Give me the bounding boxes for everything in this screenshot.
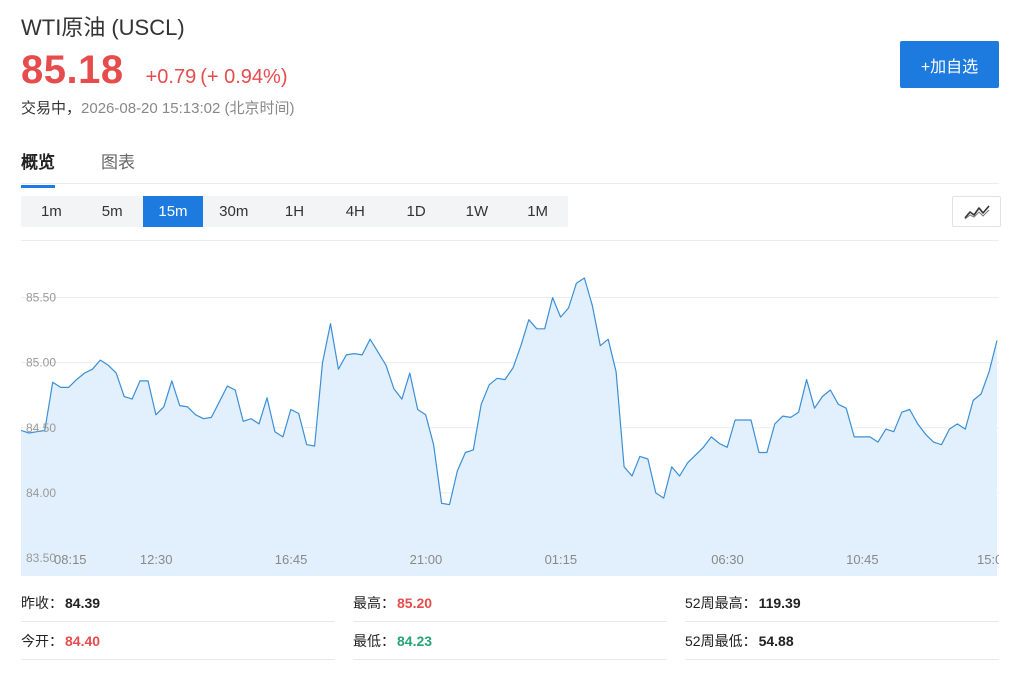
interval-1mo[interactable]: 1M [507, 196, 568, 227]
x-tick-label: 08:15 [54, 552, 87, 567]
tab-chart[interactable]: 图表 [101, 148, 135, 185]
x-tick-label: 12:30 [140, 552, 173, 567]
instrument-code: (USCL) [111, 15, 185, 40]
quote-timestamp: 2026-08-20 15:13:02 (北京时间) [81, 100, 295, 117]
stat-value: 84.39 [65, 594, 101, 611]
price-change: +0.79 (+ 0.94%) [146, 66, 288, 89]
quote-stats: 昨收： 84.39 最高： 85.20 52周最高： 119.39 今开： 84.40 … [21, 584, 999, 660]
trading-status: 交易中，2026-08-20 15:13:02 (北京时间) [21, 97, 294, 118]
stat-low: 最低： 84.23 [353, 622, 667, 660]
price-chart[interactable]: 85.50 85.00 84.50 84.00 83.50 08:15 12:30 16:45… [21, 240, 999, 576]
stat-prev-close: 昨收： 84.39 [21, 584, 335, 622]
y-tick-label: 83.50 [26, 551, 56, 565]
interval-4h[interactable]: 4H [325, 196, 386, 227]
interval-5m[interactable]: 5m [82, 196, 143, 227]
stat-value: 54.88 [758, 632, 794, 649]
stat-label: 今开： [21, 632, 63, 649]
x-tick-label: 06:30 [711, 552, 744, 567]
price-area [21, 278, 997, 576]
interval-1w[interactable]: 1W [446, 196, 507, 227]
interval-1d[interactable]: 1D [386, 196, 447, 227]
x-tick-label: 21:00 [410, 552, 443, 567]
interval-1h[interactable]: 1H [264, 196, 325, 227]
stat-52w-low: 52周最低： 54.88 [685, 622, 999, 660]
stat-value: 85.20 [397, 594, 433, 611]
stat-label: 最低： [353, 632, 395, 649]
chart-type-toggle[interactable] [952, 196, 1001, 227]
price-row: 85.18 +0.79 (+ 0.94%) [21, 48, 287, 93]
instrument-name: WTI原油 [21, 15, 106, 40]
y-tick-label: 84.50 [26, 421, 56, 435]
interval-selector: 1m 5m 15m 30m 1H 4H 1D 1W 1M [21, 196, 568, 227]
last-price: 85.18 [21, 48, 124, 92]
stat-label: 昨收： [21, 594, 63, 611]
x-tick-label: 01:15 [545, 552, 578, 567]
y-tick-label: 85.50 [26, 291, 56, 305]
status-text: 交易中， [21, 100, 82, 117]
stat-label: 52周最低： [685, 632, 757, 649]
price-chart-svg: 85.50 85.00 84.50 84.00 83.5008:15 12:30 16:45… [21, 240, 999, 576]
add-watchlist-button[interactable]: +加自选 [900, 41, 999, 88]
stat-label: 52周最高： [685, 594, 757, 611]
y-tick-label: 84.00 [26, 486, 56, 500]
interval-1m[interactable]: 1m [21, 196, 82, 227]
x-tick-label: 10:45 [846, 552, 879, 567]
change-value: +0.79 [145, 66, 197, 88]
instrument-title: WTI原油 (USCL) [21, 10, 185, 42]
stat-label: 最高： [353, 594, 395, 611]
tab-overview[interactable]: 概览 [21, 148, 55, 188]
change-percent: (+ 0.94%) [200, 66, 288, 88]
stat-value: 119.39 [758, 594, 801, 611]
tab-bar: 概览 图表 [21, 140, 999, 188]
interval-30m[interactable]: 30m [203, 196, 264, 227]
stat-high: 最高： 85.20 [353, 584, 667, 622]
stat-value: 84.23 [397, 632, 433, 649]
line-chart-icon [963, 204, 990, 219]
interval-15m[interactable]: 15m [142, 196, 204, 227]
x-tick-label: 15:0 [977, 552, 999, 567]
stat-value: 84.40 [65, 632, 101, 649]
stat-52w-high: 52周最高： 119.39 [685, 584, 999, 622]
stat-open: 今开： 84.40 [21, 622, 335, 660]
x-tick-label: 16:45 [275, 552, 308, 567]
y-tick-label: 85.00 [26, 356, 56, 370]
